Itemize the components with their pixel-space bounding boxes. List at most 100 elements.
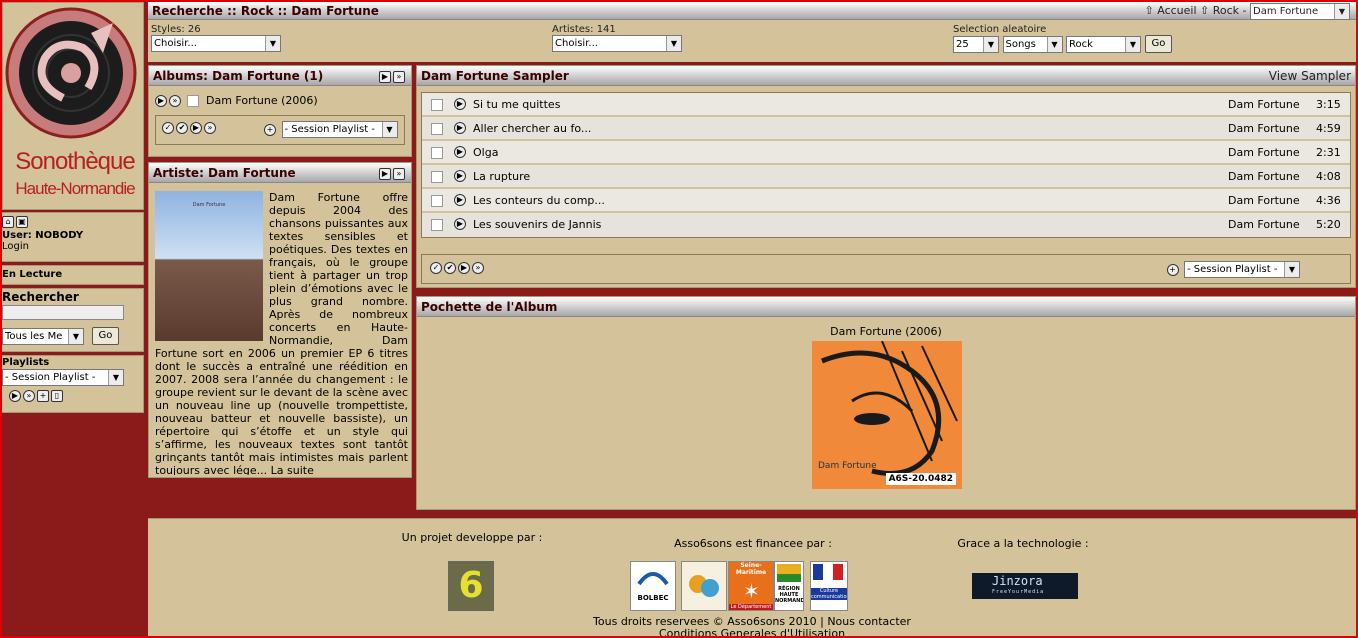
play-random-icon[interactable]: » [204, 122, 216, 134]
check-icon[interactable]: ✓ [162, 122, 174, 134]
jinzora-logo[interactable]: Jinzora FreeYourMedia [972, 573, 1078, 599]
sponsor-bolbec-logo[interactable]: BOLBEC [630, 561, 676, 611]
random-type-select[interactable]: Songs ▼ [1002, 35, 1063, 53]
page-icon[interactable]: ▯ [51, 390, 63, 402]
track-artist[interactable]: Dam Fortune [1228, 189, 1300, 213]
artists-select[interactable]: Choisir... ▼ [552, 35, 682, 52]
track-checkbox[interactable] [431, 195, 443, 207]
sponsor-community-logo[interactable] [681, 561, 727, 611]
search-input[interactable] [2, 305, 124, 320]
search-go-button[interactable]: Go [91, 327, 120, 345]
track-artist[interactable]: Dam Fortune [1228, 141, 1300, 165]
play-random-icon[interactable]: » [393, 167, 405, 180]
play-icon[interactable]: ▶ [190, 122, 202, 134]
artists-filter: Artistes: 141 Choisir... ▼ [552, 24, 682, 52]
chevron-down-icon: ▼ [1046, 36, 1062, 52]
track-artist[interactable]: Dam Fortune [1228, 213, 1300, 237]
sampler-playlist-select[interactable]: - Session Playlist - ▼ [1184, 261, 1300, 278]
add-icon[interactable]: + [37, 390, 49, 402]
window-icon[interactable]: ▣ [16, 216, 28, 228]
track-artist[interactable]: Dam Fortune [1228, 93, 1300, 117]
table-row[interactable]: ▶ La rupture Dam Fortune 4:08 [422, 165, 1350, 189]
cover-code: A6S-20.0482 [885, 473, 956, 485]
logo[interactable]: Sonothèque Haute-Normandie [2, 2, 144, 210]
play-icon[interactable]: ▶ [9, 390, 21, 402]
play-icon[interactable]: ▶ [454, 98, 466, 110]
add-icon[interactable]: + [1166, 263, 1179, 276]
track-list: ▶ Si tu me quittes Dam Fortune 3:15 ▶ Al… [421, 92, 1351, 238]
play-icon[interactable]: ▶ [155, 95, 167, 107]
track-checkbox[interactable] [431, 123, 443, 135]
table-row[interactable]: ▶ Les conteurs du comp... Dam Fortune 4:… [422, 189, 1350, 213]
check-all-icon[interactable]: ✔ [176, 122, 188, 134]
random-genre-select[interactable]: Rock ▼ [1066, 35, 1141, 53]
user-block: ⌂ ▣ User: NOBODY Login [0, 212, 144, 262]
table-row[interactable]: ▶ Olga Dam Fortune 2:31 [422, 141, 1350, 165]
logo-title: Sonothèque [15, 148, 135, 175]
play-icon[interactable]: ▶ [454, 194, 466, 206]
album-playlist-select[interactable]: - Session Playlist - ▼ [281, 121, 398, 138]
track-checkbox[interactable] [431, 147, 443, 159]
play-icon[interactable]: ▶ [454, 122, 466, 134]
albums-panel-title: Albums: Dam Fortune (1) [153, 69, 324, 83]
sidebar-playlist-select[interactable]: - Session Playlist - ▼ [2, 369, 124, 386]
play-icon[interactable]: ▶ [458, 262, 470, 274]
table-row[interactable]: ▶ Si tu me quittes Dam Fortune 3:15 [422, 93, 1350, 117]
home-link[interactable]: Accueil [1157, 4, 1196, 17]
play-random-icon[interactable]: » [169, 95, 181, 107]
table-row[interactable]: ▶ Aller chercher au fo... Dam Fortune 4:… [422, 117, 1350, 141]
play-random-icon[interactable]: » [472, 262, 484, 274]
track-title[interactable]: Aller chercher au fo... [473, 117, 591, 141]
sidebar: Sonothèque Haute-Normandie ⌂ ▣ User: NOBO… [0, 0, 145, 638]
play-icon[interactable]: ▶ [379, 167, 391, 180]
terms-link[interactable]: Conditions Generales d'Utilisation [148, 627, 1356, 638]
album-cover-image[interactable]: Dam Fortune A6S-20.0482 [812, 341, 962, 489]
track-title[interactable]: Olga [473, 141, 498, 165]
track-title[interactable]: La rupture [473, 165, 530, 189]
play-random-icon[interactable]: » [393, 70, 405, 83]
asso6sons-logo[interactable]: 6 [448, 561, 494, 611]
play-icon[interactable]: ▶ [454, 170, 466, 182]
play-icon[interactable]: ▶ [379, 70, 391, 83]
check-all-icon[interactable]: ✔ [444, 262, 456, 274]
track-artist[interactable]: Dam Fortune [1228, 117, 1300, 141]
search-scope-select[interactable]: Tous les Me ▼ [2, 327, 84, 345]
play-icon[interactable]: ▶ [454, 218, 466, 230]
sponsor-region-logo[interactable]: RÉGION HAUTE NORMANDIE [774, 561, 804, 611]
view-sampler-link[interactable]: View Sampler [1269, 66, 1351, 86]
track-artist[interactable]: Dam Fortune [1228, 165, 1300, 189]
cover-panel: Pochette de l'Album Dam Fortune (2006) D… [416, 296, 1356, 510]
track-checkbox[interactable] [431, 219, 443, 231]
funded-label: Asso6sons est financee par : [674, 537, 832, 550]
track-duration: 4:36 [1316, 194, 1341, 207]
track-duration: 4:08 [1316, 170, 1341, 183]
home-icon[interactable]: ⌂ [2, 216, 14, 228]
check-icon[interactable]: ✓ [430, 262, 442, 274]
random-go-button[interactable]: Go [1144, 35, 1173, 53]
random-count-select[interactable]: 25 ▼ [953, 35, 999, 53]
track-title[interactable]: Les conteurs du comp... [473, 189, 605, 213]
sponsor-culture-logo[interactable]: Culture communication [810, 561, 848, 611]
artist-select[interactable]: Dam Fortune ▼ [1250, 2, 1350, 20]
play-icon[interactable]: ▶ [454, 146, 466, 158]
login-link[interactable]: Login [1, 241, 143, 252]
genre-link[interactable]: Rock - [1213, 4, 1247, 17]
table-row[interactable]: ▶ Les souvenirs de Jannis Dam Fortune 5:… [422, 213, 1350, 237]
track-checkbox[interactable] [431, 171, 443, 183]
track-checkbox[interactable] [431, 99, 443, 111]
add-icon[interactable]: + [264, 123, 276, 136]
now-playing-title[interactable]: En Lecture [1, 266, 143, 284]
chevron-down-icon: ▼ [265, 36, 280, 51]
sampler-actions: ✓ ✔ ▶» + - Session Playlist - ▼ [421, 254, 1351, 284]
track-title[interactable]: Les souvenirs de Jannis [473, 213, 601, 237]
cover-band-name: Dam Fortune [818, 461, 877, 471]
artists-label: Artistes: 141 [552, 24, 616, 35]
read-more-link[interactable]: La suite [271, 464, 314, 475]
track-title[interactable]: Si tu me quittes [473, 93, 560, 117]
project-label: Un projet developpe par : [401, 531, 543, 544]
sponsor-seine-maritime-logo[interactable]: Seine-Maritime ✶ Le Département [728, 561, 774, 611]
album-checkbox[interactable] [186, 95, 199, 107]
styles-select[interactable]: Choisir... ▼ [151, 35, 281, 52]
album-item-link[interactable]: Dam Fortune (2006) [206, 94, 318, 107]
play-random-icon[interactable]: » [23, 390, 35, 402]
